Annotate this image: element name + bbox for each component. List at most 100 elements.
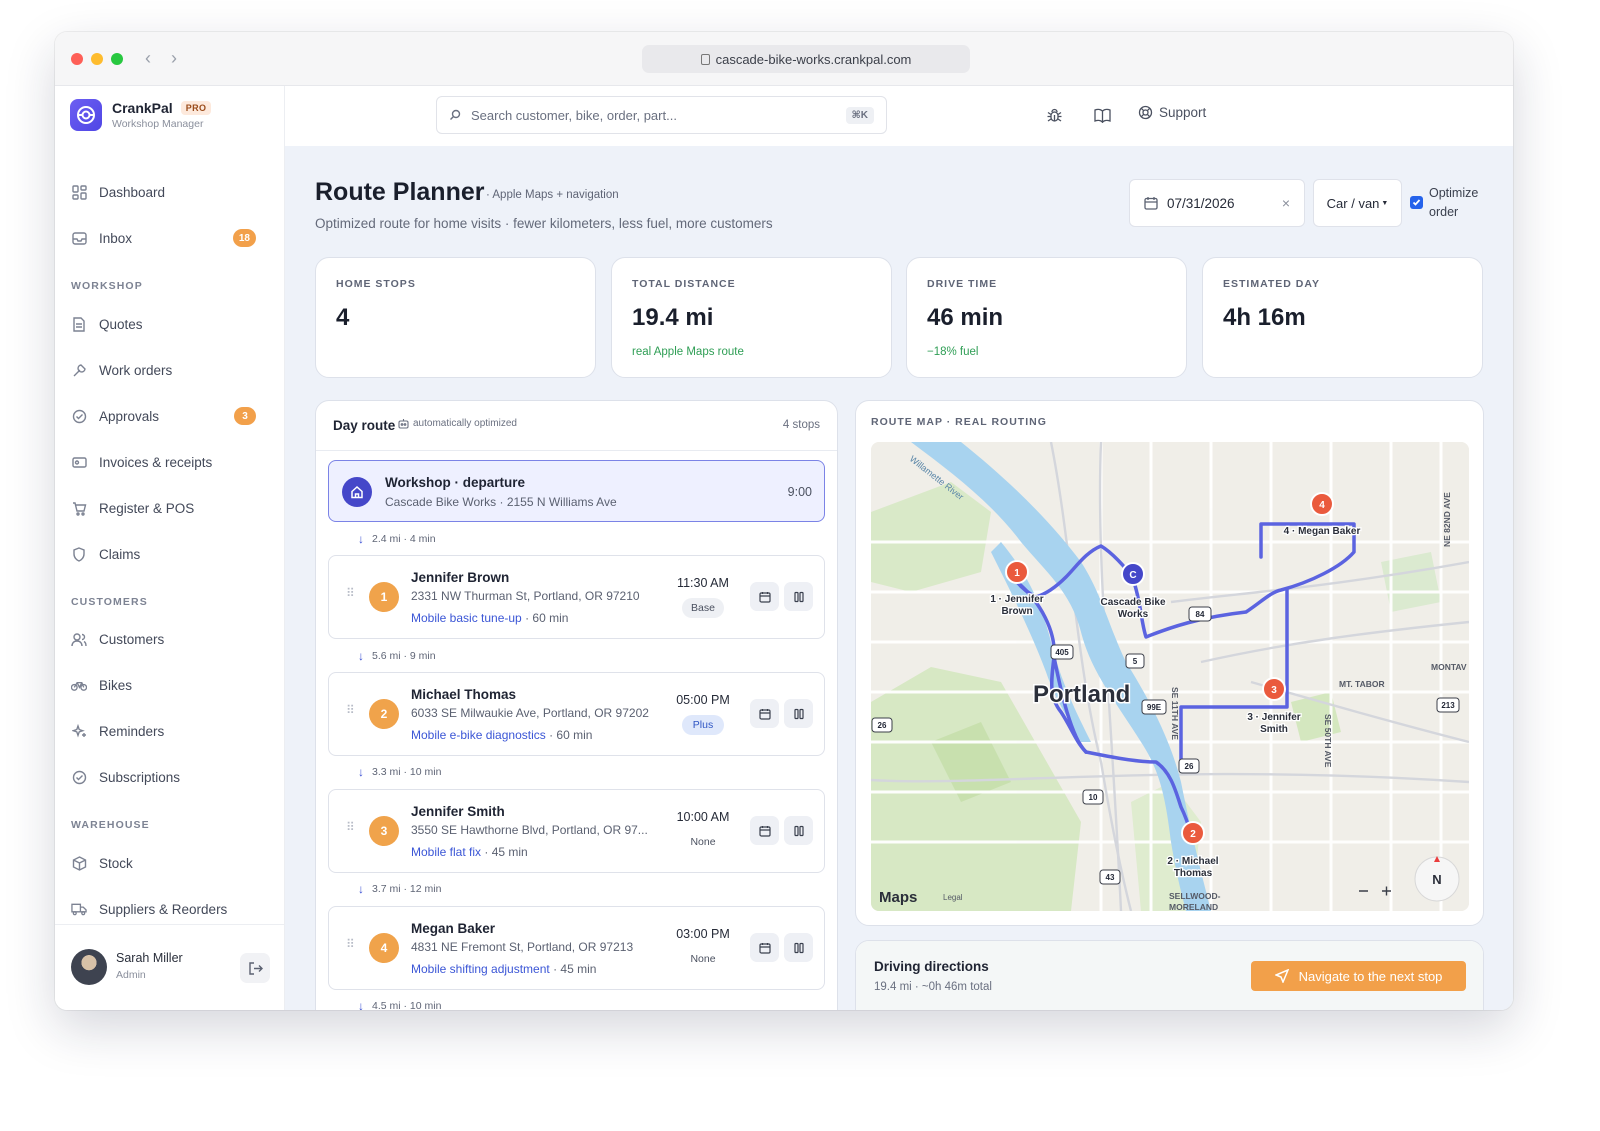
approvals-count-badge: 3 <box>234 407 256 425</box>
svg-text:213: 213 <box>1441 701 1455 710</box>
clear-date-icon[interactable]: × <box>1282 195 1290 211</box>
departure-card[interactable]: Workshop · departure Cascade Bike Works … <box>328 460 825 522</box>
pause-button[interactable] <box>784 933 813 962</box>
svg-text:MONTAV: MONTAV <box>1431 662 1467 672</box>
stop-address: 4831 NE Fremont St, Portland, OR 97213 <box>411 940 634 954</box>
date-value: 07/31/2026 <box>1167 195 1235 211</box>
stop-card-4[interactable]: ⠿ 4 Megan Baker 4831 NE Fremont St, Port… <box>328 906 825 990</box>
sidebar-item-label: Dashboard <box>99 184 166 200</box>
service-duration: · 45 min <box>553 962 597 976</box>
optimize-checkbox[interactable] <box>1410 196 1423 209</box>
checkmark-icon <box>1412 199 1421 206</box>
forward-arrow-icon[interactable]: › <box>171 48 177 69</box>
svg-text:Maps: Maps <box>879 889 917 906</box>
svg-text:C: C <box>1129 570 1136 581</box>
sidebar-item-work-orders[interactable]: Work orders <box>71 354 256 386</box>
page-icon <box>700 53 710 65</box>
stop-card-2[interactable]: ⠿ 2 Michael Thomas 6033 SE Milwaukie Ave… <box>328 672 825 756</box>
vehicle-select[interactable]: Car / van ▼ <box>1313 179 1402 227</box>
lifebuoy-icon <box>1138 105 1153 120</box>
sidebar-item-inbox[interactable]: Inbox 18 <box>71 222 256 254</box>
schedule-button[interactable] <box>750 699 779 728</box>
day-route-title: Day route <box>333 418 396 433</box>
sidebar-item-subscriptions[interactable]: Subscriptions <box>71 761 256 793</box>
stop-time: 05:00 PM <box>676 693 730 707</box>
drag-handle-icon[interactable]: ⠿ <box>346 587 355 599</box>
leg-info: ↓ 2.4 mi · 4 min <box>358 532 436 546</box>
optimize-order-toggle[interactable]: Optimize order <box>1410 184 1485 222</box>
topbar: Search customer, bike, order, part... ⌘K… <box>285 86 1513 146</box>
pro-badge: PRO <box>180 101 212 115</box>
minimize-window-button[interactable] <box>91 53 103 65</box>
docs-button[interactable] <box>1093 106 1111 124</box>
truck-icon <box>71 901 87 917</box>
route-map[interactable]: Willamette River 405 5 84 99E 26 26 10 4… <box>871 442 1469 911</box>
service-link[interactable]: Mobile flat fix <box>411 845 481 859</box>
sidebar: CrankPal PRO Workshop Manager Dashboard I… <box>55 86 285 1010</box>
crankpal-logo <box>70 99 102 131</box>
service-link[interactable]: Mobile shifting adjustment <box>411 962 550 976</box>
stop-card-1[interactable]: ⠿ 1 Jennifer Brown 2331 NW Thurman St, P… <box>328 555 825 639</box>
drag-handle-icon[interactable]: ⠿ <box>346 704 355 716</box>
sidebar-item-register-pos[interactable]: Register & POS <box>71 492 256 524</box>
address-bar[interactable]: cascade-bike-works.crankpal.com <box>642 45 970 73</box>
schedule-button[interactable] <box>750 933 779 962</box>
bike-icon <box>71 677 87 693</box>
service-link[interactable]: Mobile e-bike diagnostics <box>411 728 546 742</box>
sidebar-item-reminders[interactable]: Reminders <box>71 715 256 747</box>
svg-text:MT. TABOR: MT. TABOR <box>1339 679 1385 689</box>
search-input[interactable]: Search customer, bike, order, part... ⌘K <box>436 96 887 134</box>
close-window-button[interactable] <box>71 53 83 65</box>
home-icon <box>342 477 372 507</box>
bug-report-button[interactable] <box>1045 106 1063 124</box>
pause-icon <box>793 708 804 719</box>
stop-card-3[interactable]: ⠿ 3 Jennifer Smith 3550 SE Hawthorne Blv… <box>328 789 825 873</box>
stat-card-estimated-day: ESTIMATED DAY 4h 16m <box>1202 257 1483 378</box>
pause-button[interactable] <box>784 582 813 611</box>
pause-button[interactable] <box>784 699 813 728</box>
brand[interactable]: CrankPal PRO Workshop Manager <box>70 99 212 131</box>
sidebar-item-approvals[interactable]: Approvals 3 <box>71 400 256 432</box>
sidebar-item-claims[interactable]: Claims <box>71 538 256 570</box>
logout-button[interactable] <box>240 953 270 983</box>
sidebar-item-customers[interactable]: Customers <box>71 623 256 655</box>
sidebar-item-invoices[interactable]: Invoices & receipts <box>71 446 256 478</box>
browser-titlebar: ‹ › cascade-bike-works.crankpal.com <box>55 32 1513 86</box>
dashboard-icon <box>71 184 87 200</box>
navigate-next-stop-button[interactable]: Navigate to the next stop <box>1251 961 1466 991</box>
stat-value: 46 min <box>927 304 1004 331</box>
drag-handle-icon[interactable]: ⠿ <box>346 821 355 833</box>
service-link[interactable]: Mobile basic tune-up <box>411 611 522 625</box>
sidebar-item-quotes[interactable]: Quotes <box>71 308 256 340</box>
drag-handle-icon[interactable]: ⠿ <box>346 938 355 950</box>
logout-icon <box>248 961 263 975</box>
sidebar-item-suppliers[interactable]: Suppliers & Reorders <box>71 893 256 925</box>
wrench-icon <box>71 362 87 378</box>
user-name: Sarah Miller <box>116 951 183 965</box>
sidebar-item-dashboard[interactable]: Dashboard <box>71 176 256 208</box>
sidebar-item-bikes[interactable]: Bikes <box>71 669 256 701</box>
back-arrow-icon[interactable]: ‹ <box>145 48 151 69</box>
support-button[interactable]: Support <box>1138 105 1206 120</box>
avatar[interactable] <box>71 949 107 985</box>
pause-button[interactable] <box>784 816 813 845</box>
optimize-label: Optimize order <box>1429 186 1479 219</box>
schedule-button[interactable] <box>750 582 779 611</box>
leg-distance: 5.6 mi · 9 min <box>372 650 436 662</box>
bug-icon <box>1047 108 1061 122</box>
sparkle-icon <box>71 723 87 739</box>
page-tag: · Apple Maps + navigation <box>486 189 619 201</box>
calendar-icon <box>1144 197 1158 210</box>
svg-text:4: 4 <box>1319 500 1325 511</box>
maximize-window-button[interactable] <box>111 53 123 65</box>
calendar-icon <box>758 708 771 720</box>
book-icon <box>1093 108 1111 123</box>
sidebar-item-stock[interactable]: Stock <box>71 847 256 879</box>
schedule-button[interactable] <box>750 816 779 845</box>
leg-info: ↓ 4.5 mi · 10 min <box>358 999 441 1010</box>
date-picker[interactable]: 07/31/2026 × <box>1129 179 1305 227</box>
navigate-label: Navigate to the next stop <box>1298 968 1443 984</box>
robot-icon <box>398 419 409 429</box>
stop-count: 4 stops <box>782 419 820 431</box>
vehicle-value: Car / van <box>1326 195 1380 211</box>
